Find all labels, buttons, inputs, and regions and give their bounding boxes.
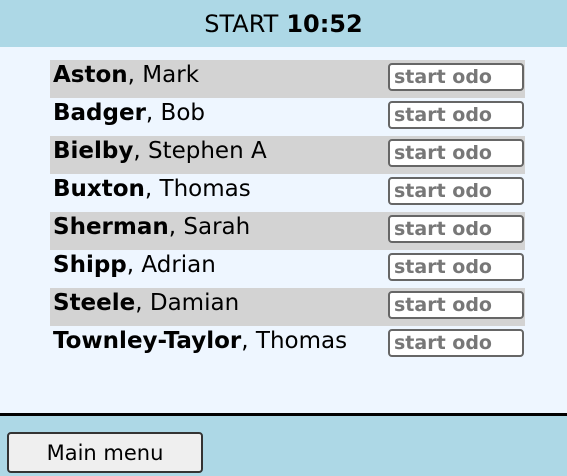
start-odo-input[interactable] (388, 177, 524, 205)
name-separator: , (241, 328, 256, 354)
driver-row: Townley-Taylor, Thomas (50, 326, 525, 364)
driver-row: Buxton, Thomas (50, 174, 525, 212)
driver-given-name: Mark (142, 62, 200, 88)
header-bar: START 10:52 (0, 0, 567, 47)
driver-row: Bielby, Stephen A (50, 136, 525, 174)
name-separator: , (144, 176, 160, 202)
driver-surname: Buxton (53, 176, 145, 202)
driver-surname: Badger (53, 100, 146, 126)
main-menu-button[interactable]: Main menu (7, 432, 203, 473)
driver-name: Bielby, Stephen A (53, 138, 267, 164)
name-separator: , (168, 214, 184, 240)
driver-surname: Aston (53, 62, 128, 88)
header-label: START (204, 9, 279, 38)
name-separator: , (133, 138, 148, 164)
start-odo-input[interactable] (388, 291, 524, 319)
start-odo-input[interactable] (388, 101, 524, 129)
driver-name: Buxton, Thomas (53, 176, 251, 202)
footer-bar: Main menu (0, 413, 567, 476)
name-separator: , (126, 252, 142, 278)
driver-name: Steele, Damian (53, 290, 239, 316)
driver-name: Townley-Taylor, Thomas (53, 328, 347, 354)
driver-name: Sherman, Sarah (53, 214, 250, 240)
driver-surname: Shipp (53, 252, 127, 278)
driver-list: Aston, Mark Badger, Bob Bielby, Stephen … (50, 60, 525, 364)
start-odo-input[interactable] (388, 329, 524, 357)
name-separator: , (127, 62, 143, 88)
start-odo-input[interactable] (388, 139, 524, 167)
driver-row: Shipp, Adrian (50, 250, 525, 288)
driver-surname: Townley-Taylor (53, 328, 242, 354)
start-time: 10:52 (286, 9, 363, 38)
start-odo-input[interactable] (388, 253, 524, 281)
driver-given-name: Bob (160, 100, 205, 126)
driver-name: Shipp, Adrian (53, 252, 216, 278)
name-separator: , (145, 100, 161, 126)
driver-given-name: Thomas (255, 328, 348, 354)
driver-row: Aston, Mark (50, 60, 525, 98)
driver-surname: Sherman (53, 214, 169, 240)
name-separator: , (135, 290, 150, 316)
driver-row: Steele, Damian (50, 288, 525, 326)
driver-surname: Steele (53, 290, 136, 316)
driver-given-name: Damian (149, 290, 240, 316)
driver-given-name: Sarah (183, 214, 251, 240)
driver-row: Badger, Bob (50, 98, 525, 136)
driver-given-name: Stephen A (147, 138, 267, 164)
driver-name: Badger, Bob (53, 100, 205, 126)
driver-given-name: Adrian (141, 252, 216, 278)
driver-given-name: Thomas (159, 176, 251, 202)
start-odo-input[interactable] (388, 215, 524, 243)
driver-row: Sherman, Sarah (50, 212, 525, 250)
driver-list-panel: Aston, Mark Badger, Bob Bielby, Stephen … (0, 47, 567, 413)
driver-name: Aston, Mark (53, 62, 199, 88)
driver-surname: Bielby (53, 138, 134, 164)
start-odo-input[interactable] (388, 63, 524, 91)
